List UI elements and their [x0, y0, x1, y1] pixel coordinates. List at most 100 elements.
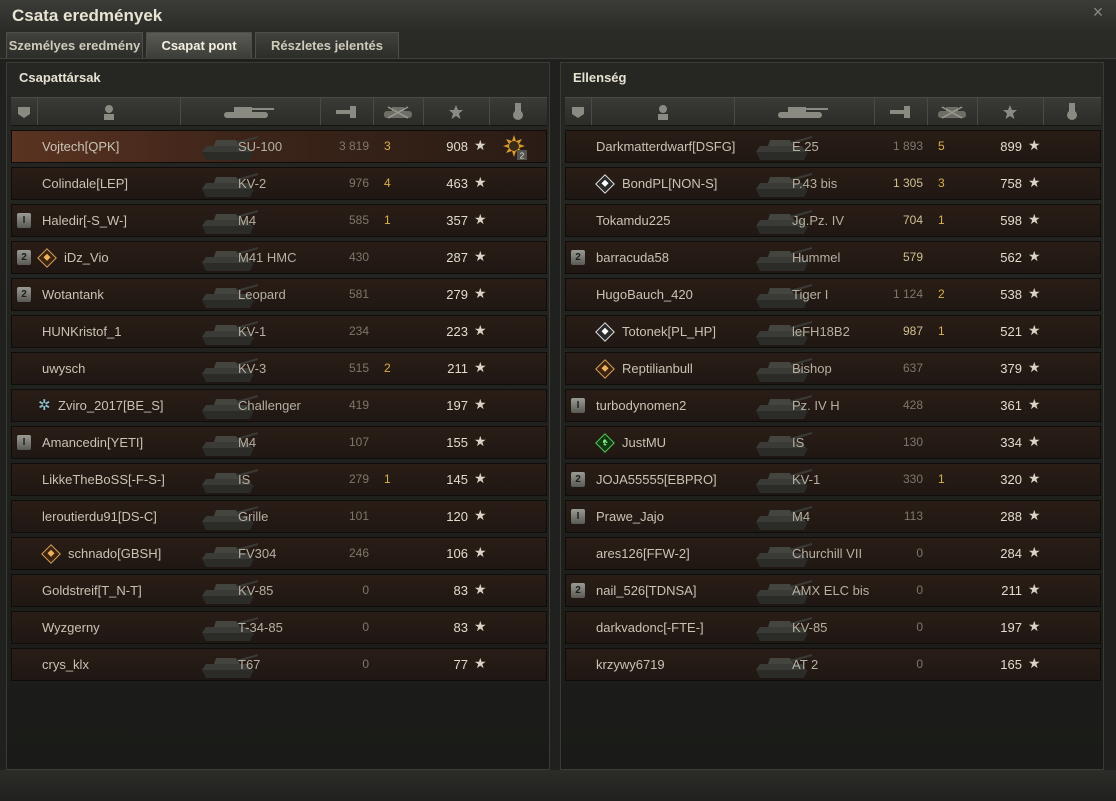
table-row[interactable]: 2 Wotantank Leopard 581 279 ★	[11, 278, 547, 311]
player-name: Tokamdu225	[596, 213, 671, 228]
player-name: leroutierdu91[DS-C]	[42, 509, 157, 524]
damage-value: 1 893	[892, 139, 923, 153]
table-row[interactable]: Colindale[LEP] KV-2 976 4 463 ★	[11, 167, 547, 200]
table-row[interactable]: I Haledir[-S_W-] M4 585 1 357 ★	[11, 204, 547, 237]
close-icon[interactable]: ×	[1088, 2, 1108, 22]
table-row[interactable]: 2 JOJA55555[EBPRO] KV-1 330 1 320 ★	[565, 463, 1101, 496]
squad-badge: I	[17, 435, 31, 450]
table-row[interactable]: LikkeTheBoSS[-F-S-] IS 279 1 145 ★	[11, 463, 547, 496]
tank-name: M41 HMC	[238, 250, 297, 265]
kills-icon[interactable]	[373, 98, 424, 125]
table-row[interactable]: darkvadonc[-FTE-] KV-85 0 197 ★	[565, 611, 1101, 644]
xp-star-icon: ★	[474, 285, 487, 301]
table-row[interactable]: Totonek[PL_HP] leFH18B2 987 1 521 ★	[565, 315, 1101, 348]
damage-value: 1 124	[892, 287, 923, 301]
table-row[interactable]: I Prawe_Jajo M4 113 288 ★	[565, 500, 1101, 533]
kills-value: 2	[384, 361, 391, 375]
kills-icon[interactable]	[927, 98, 978, 125]
table-row[interactable]: JustMU IS 130 334 ★ 13	[565, 426, 1101, 459]
damage-icon[interactable]	[874, 98, 928, 125]
table-row[interactable]: Wyzgerny T-34-85 0 83 ★	[11, 611, 547, 644]
table-row[interactable]: crys_klx T67 0 77 ★	[11, 648, 547, 681]
table-row[interactable]: HUNKristof_1 KV-1 234 223 ★	[11, 315, 547, 348]
damage-icon[interactable]	[320, 98, 374, 125]
kills-value: 1	[938, 213, 945, 227]
xp-star-icon: ★	[474, 359, 487, 375]
table-row[interactable]: Goldstreif[T_N-T] KV-85 0 83 ★	[11, 574, 547, 607]
squad-badge: 2	[17, 287, 31, 302]
damage-value: 246	[348, 546, 369, 560]
table-row[interactable]: 2 iDz_Vio M41 HMC 430 287 ★	[11, 241, 547, 274]
table-row[interactable]: ares126[FFW-2] Churchill VII 0 284 ★	[565, 537, 1101, 570]
rank-star-icon: ✲	[38, 397, 51, 414]
tank-image	[756, 432, 812, 456]
damage-value: 0	[916, 620, 923, 634]
table-row[interactable]: Vojtech[QPK] SU-100 3 819 3 908 ★ 2	[11, 130, 547, 163]
tank-name: KV-2	[238, 176, 267, 191]
tank-name: FV304	[238, 546, 277, 561]
table-row[interactable]: 2 barracuda58 Hummel 579 562 ★	[565, 241, 1101, 274]
table-row[interactable]: schnado[GBSH] FV304 246 106 ★	[11, 537, 547, 570]
tank-icon[interactable]	[734, 98, 875, 125]
xp-star-icon: ★	[1028, 248, 1041, 264]
table-row[interactable]: Reptilianbull Bishop 637 379 ★	[565, 352, 1101, 385]
tank-name: IS	[238, 472, 251, 487]
xp-value: 899	[1000, 139, 1022, 154]
squad-icon[interactable]	[565, 98, 592, 125]
xp-value: 197	[1000, 620, 1022, 635]
table-row[interactable]: leroutierdu91[DS-C] Grille 101 120 ★	[11, 500, 547, 533]
kills-value: 1	[384, 472, 391, 486]
player-icon[interactable]	[37, 98, 181, 125]
player-name: Prawe_Jajo	[596, 509, 664, 524]
efficiency-icon	[595, 322, 615, 342]
player-name: Haledir[-S_W-]	[42, 213, 128, 228]
table-row[interactable]: 2 nail_526[TDNSA] AMX ELC bis 0 211 ★	[565, 574, 1101, 607]
medal-icon[interactable]: 2	[502, 133, 528, 161]
player-icon[interactable]	[591, 98, 735, 125]
table-row[interactable]: Iturbodynomen2 Pz. IV H 428 361 ★	[565, 389, 1101, 422]
player-name: darkvadonc[-FTE-]	[596, 620, 704, 635]
player-name: turbodynomen2	[596, 398, 687, 413]
xp-star-icon[interactable]	[423, 98, 490, 125]
tab-team-score[interactable]: Csapat pont	[146, 32, 252, 58]
table-row[interactable]: Darkmatterdwarf[DSFG] E 25 1 893 5 899 ★	[565, 130, 1101, 163]
efficiency-icon	[41, 544, 61, 564]
tank-icon[interactable]	[180, 98, 321, 125]
damage-value: 515	[348, 361, 369, 375]
table-row[interactable]: HugoBauch_420 Tiger I 1 124 2 538 ★	[565, 278, 1101, 311]
table-row[interactable]: uwysch KV-3 515 2 211 ★	[11, 352, 547, 385]
squad-icon[interactable]	[11, 98, 38, 125]
xp-star-icon: ★	[1028, 581, 1041, 597]
efficiency-icon	[595, 359, 615, 379]
player-name: iDz_Vio	[64, 250, 109, 265]
medal-icon[interactable]	[1043, 98, 1101, 125]
xp-value: 211	[447, 361, 468, 376]
xp-value: 155	[446, 435, 468, 450]
efficiency-number: 13	[600, 437, 609, 446]
kills-value: 3	[938, 176, 945, 190]
medal-icon[interactable]	[489, 98, 547, 125]
damage-value: 3 819	[338, 139, 369, 153]
kills-value: 1	[938, 472, 945, 486]
allies-title: Csapattársak	[19, 70, 101, 85]
damage-value: 0	[916, 583, 923, 597]
table-row[interactable]: Tokamdu225 Jg.Pz. IV 704 1 598 ★	[565, 204, 1101, 237]
xp-value: 538	[1000, 287, 1022, 302]
xp-value: 288	[1000, 509, 1022, 524]
xp-value: 223	[446, 324, 468, 339]
xp-star-icon: ★	[474, 618, 487, 634]
enemies-header	[565, 97, 1101, 126]
table-row[interactable]: krzywy6719 AT 2 0 165 ★	[565, 648, 1101, 681]
xp-star-icon[interactable]	[977, 98, 1044, 125]
tab-personal-results[interactable]: Személyes eredmény	[6, 32, 143, 58]
table-row[interactable]: I Amancedin[YETI] M4 107 155 ★	[11, 426, 547, 459]
squad-badge: 2	[571, 472, 585, 487]
damage-value: 107	[348, 435, 369, 449]
damage-value: 987	[902, 324, 923, 338]
xp-value: 598	[1000, 213, 1022, 228]
player-name: schnado[GBSH]	[68, 546, 162, 561]
table-row[interactable]: ✲ Zviro_2017[BE_S] Challenger 419 197 ★	[11, 389, 547, 422]
player-name: JOJA55555[EBPRO]	[596, 472, 717, 487]
table-row[interactable]: BondPL[NON-S] P.43 bis 1 305 3 758 ★	[565, 167, 1101, 200]
tab-detailed-report[interactable]: Részletes jelentés	[255, 32, 399, 58]
